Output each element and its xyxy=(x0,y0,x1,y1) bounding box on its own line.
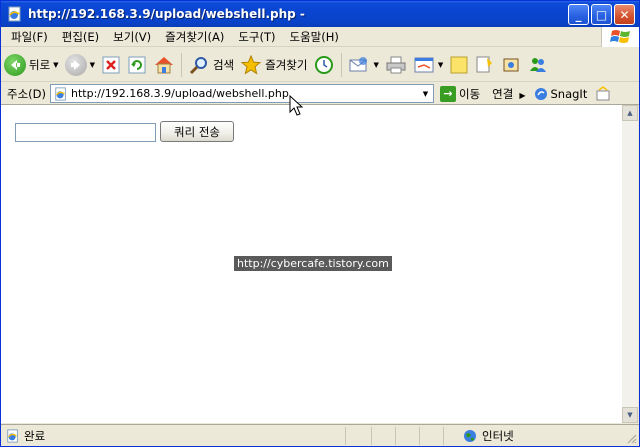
toolbar-separator xyxy=(180,52,182,77)
back-arrow-icon xyxy=(4,53,26,76)
snagit-icon xyxy=(534,87,547,100)
windows-logo-icon xyxy=(601,27,639,47)
search-icon xyxy=(189,56,207,74)
vertical-scrollbar[interactable]: ▲ ▼ xyxy=(622,105,638,423)
favorites-button[interactable]: 즐겨찾기 xyxy=(237,50,310,80)
go-arrow-icon: → xyxy=(440,85,456,102)
toolbar-separator xyxy=(341,52,343,77)
forward-arrow-icon xyxy=(64,53,87,76)
page-content: 쿼리 전송 http://cybercafe.tistory.com xyxy=(1,95,623,423)
home-button[interactable] xyxy=(150,50,178,80)
maximize-button[interactable]: □ xyxy=(591,4,612,25)
menu-bar: 파일(F) 편집(E) 보기(V) 즐겨찾기(A) 도구(T) 도움말(H) xyxy=(1,27,639,47)
menu-favorites[interactable]: 즐겨찾기(A) xyxy=(158,29,231,45)
forward-dropdown-icon[interactable]: ▼ xyxy=(90,61,95,69)
window-title: http://192.168.3.9/upload/webshell.php - xyxy=(28,7,305,21)
messenger-icon xyxy=(530,57,547,72)
edit-button[interactable]: ▼ xyxy=(410,50,446,80)
refresh-button[interactable] xyxy=(124,50,150,80)
menu-edit[interactable]: 편집(E) xyxy=(55,29,106,45)
page-done-icon xyxy=(7,428,18,443)
status-divider xyxy=(395,427,396,445)
submit-query-button[interactable]: 쿼리 전송 xyxy=(160,121,234,142)
resize-grip-icon[interactable] xyxy=(625,432,637,444)
mail-icon xyxy=(349,56,368,71)
discuss-button[interactable] xyxy=(446,50,472,80)
menu-help[interactable]: 도움말(H) xyxy=(283,29,346,45)
star-icon xyxy=(240,54,262,74)
query-input[interactable] xyxy=(15,123,156,142)
window-controls: _ □ ✕ xyxy=(568,4,635,25)
history-button[interactable] xyxy=(310,50,338,80)
research-button[interactable] xyxy=(472,50,498,80)
go-button[interactable]: → 이동 xyxy=(440,85,480,102)
security-zone[interactable]: 인터넷 xyxy=(463,427,514,445)
refresh-icon xyxy=(128,56,146,73)
home-icon xyxy=(154,56,173,73)
status-bar: 완료 인터넷 xyxy=(1,424,639,446)
messenger-button[interactable] xyxy=(524,50,552,80)
menu-file[interactable]: 파일(F) xyxy=(1,29,55,45)
ie-page-icon xyxy=(8,6,21,22)
chevron-right-icon: ▶ xyxy=(519,90,526,100)
forward-button[interactable]: ▼ xyxy=(62,50,98,80)
address-bar: 주소(D) http://192.168.3.9/upload/webshell… xyxy=(1,83,639,105)
history-icon xyxy=(315,55,334,74)
note-icon xyxy=(450,56,468,73)
globe-icon xyxy=(464,430,476,442)
snagit-capture-icon[interactable] xyxy=(595,85,611,102)
status-divider xyxy=(443,427,444,445)
ie-page-icon xyxy=(55,86,66,101)
mail-button[interactable]: ▼ xyxy=(345,50,381,80)
links-button[interactable]: 연결 ▶ xyxy=(492,86,525,102)
address-dropdown-icon[interactable]: ▼ xyxy=(419,86,432,101)
mail-dropdown-icon[interactable]: ▼ xyxy=(373,61,378,69)
edit-dropdown-icon[interactable]: ▼ xyxy=(438,61,443,69)
minimize-button[interactable]: _ xyxy=(568,4,589,25)
menu-view[interactable]: 보기(V) xyxy=(106,29,158,45)
status-divider xyxy=(371,427,372,445)
print-button[interactable] xyxy=(382,50,410,80)
address-input[interactable]: http://192.168.3.9/upload/webshell.php ▼ xyxy=(50,84,434,103)
snagit-button[interactable]: SnagIt xyxy=(534,87,587,101)
status-divider xyxy=(345,427,346,445)
scroll-up-icon[interactable]: ▲ xyxy=(622,105,638,121)
status-text: 완료 xyxy=(24,428,46,443)
edit-page-icon xyxy=(414,57,434,72)
stop-button[interactable] xyxy=(98,50,124,80)
toolbar: 뒤로 ▼ ▼ 검색 즐겨찾기 ▼ ▼ xyxy=(1,48,639,82)
research-icon xyxy=(476,56,493,72)
ie-window: http://192.168.3.9/upload/webshell.php -… xyxy=(0,0,640,447)
mouse-cursor-icon xyxy=(289,95,303,116)
close-button[interactable]: ✕ xyxy=(614,4,635,25)
scroll-down-icon[interactable]: ▼ xyxy=(622,407,638,423)
stop-icon xyxy=(102,56,120,73)
status-divider xyxy=(419,427,420,445)
search-button[interactable]: 검색 xyxy=(185,50,237,80)
menu-tools[interactable]: 도구(T) xyxy=(231,29,282,45)
address-url[interactable]: http://192.168.3.9/upload/webshell.php xyxy=(71,87,289,100)
title-bar[interactable]: http://192.168.3.9/upload/webshell.php -… xyxy=(1,1,639,27)
address-label: 주소(D) xyxy=(7,86,46,101)
printer-icon xyxy=(386,56,406,73)
back-button[interactable]: 뒤로 ▼ xyxy=(1,50,62,80)
media-icon xyxy=(503,58,519,71)
media-button[interactable] xyxy=(498,50,524,80)
back-dropdown-icon[interactable]: ▼ xyxy=(53,61,58,69)
watermark-text: http://cybercafe.tistory.com xyxy=(234,256,392,271)
